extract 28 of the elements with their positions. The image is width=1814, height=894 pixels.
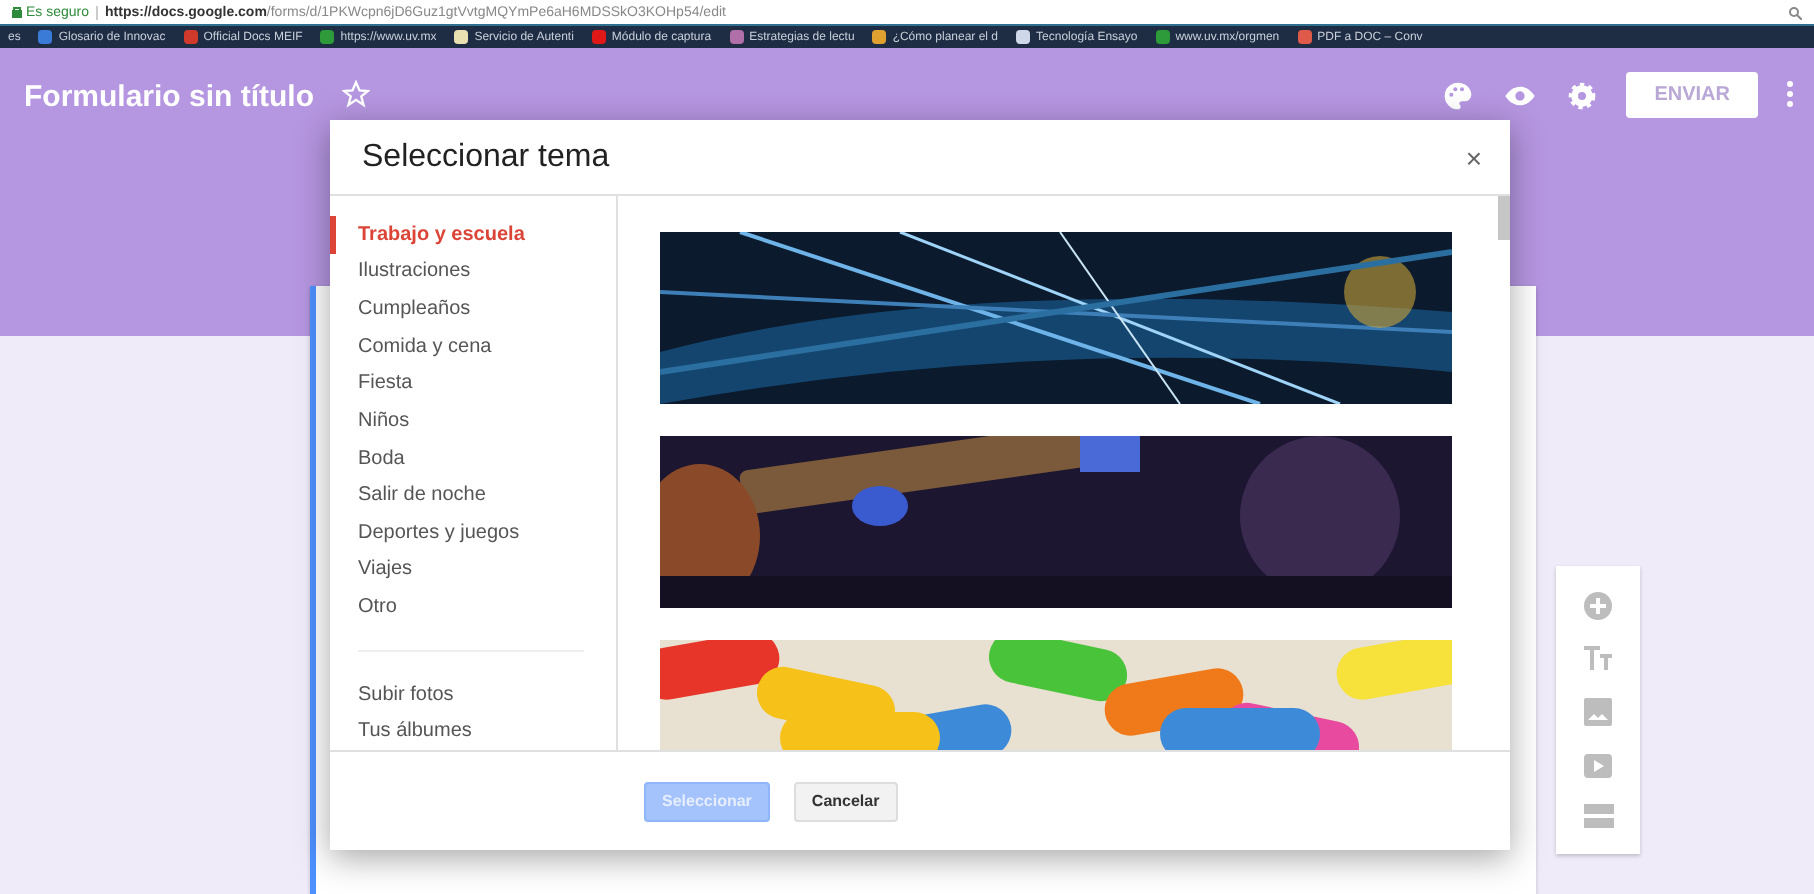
category-item[interactable]: Boda — [330, 439, 616, 477]
category-item[interactable]: Salir de noche — [330, 476, 616, 514]
section-icon[interactable] — [1583, 804, 1613, 829]
category-item[interactable]: Viajes — [330, 551, 616, 589]
cancel-button[interactable]: Cancelar — [793, 781, 898, 821]
source-item[interactable]: Tus álbumes — [330, 712, 616, 750]
text-icon[interactable] — [1582, 646, 1614, 671]
category-item[interactable]: Ilustraciones — [330, 253, 616, 291]
category-item[interactable]: Fiesta — [330, 365, 616, 403]
palette-icon[interactable] — [1442, 80, 1475, 112]
lock-icon — [12, 6, 22, 18]
image-icon[interactable] — [1584, 697, 1612, 726]
settings-icon[interactable] — [1566, 80, 1599, 112]
close-button[interactable]: × — [1457, 141, 1490, 173]
category-item[interactable]: Cumpleaños — [330, 290, 616, 328]
category-item[interactable]: Niños — [330, 402, 616, 440]
category-item[interactable]: Otro — [330, 588, 616, 626]
dialog-title: Seleccionar tema — [362, 139, 610, 175]
more-icon[interactable] — [1786, 80, 1794, 108]
star-icon[interactable] — [342, 80, 370, 108]
video-icon[interactable] — [1584, 753, 1612, 778]
category-item[interactable]: Comida y cena — [330, 327, 616, 365]
zoom-icon[interactable] — [1788, 5, 1802, 19]
category-item[interactable]: Deportes y juegos — [330, 514, 616, 552]
category-item[interactable]: Trabajo y escuela — [330, 216, 616, 254]
scrollbar-thumb[interactable] — [1498, 196, 1510, 240]
source-item[interactable]: Subir fotos — [330, 675, 616, 713]
add-icon[interactable] — [1584, 591, 1612, 620]
